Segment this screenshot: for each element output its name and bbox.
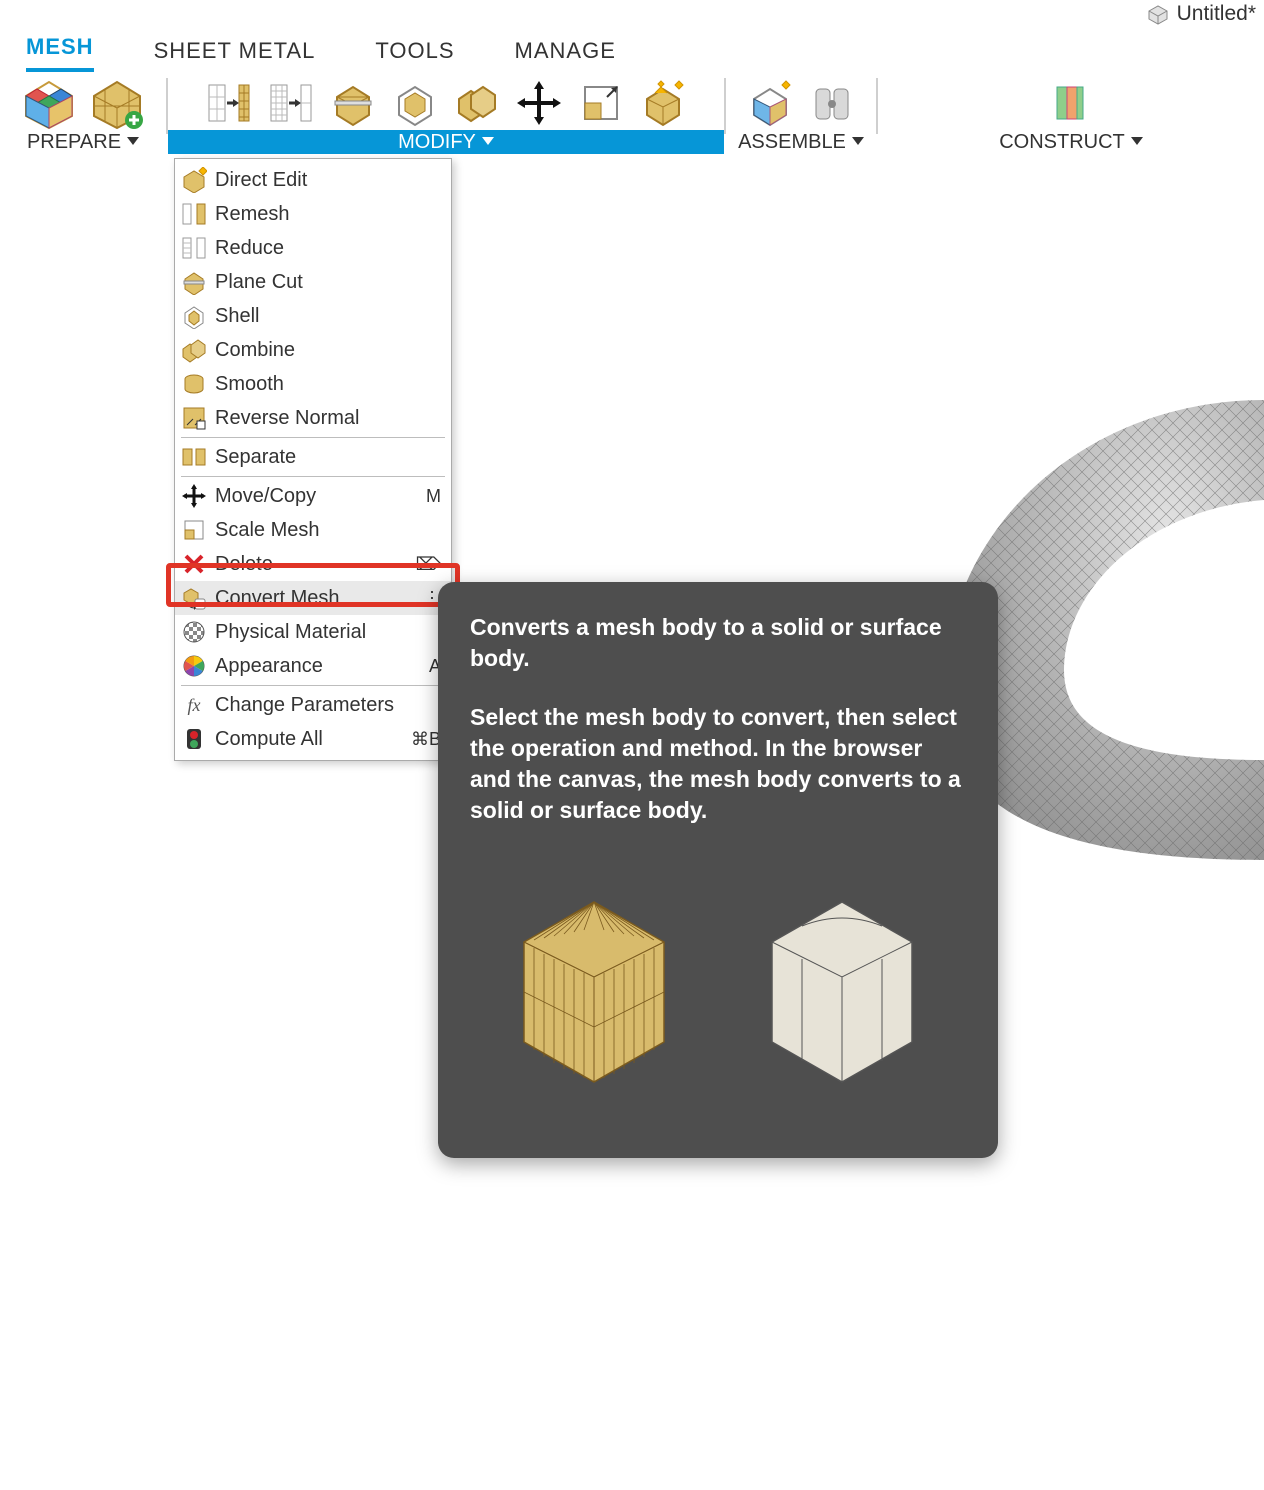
menu-label: Reduce — [215, 237, 441, 260]
reduce-icon — [181, 235, 207, 261]
menu-change-parameters[interactable]: fx Change Parameters — [175, 688, 451, 722]
compute-all-icon — [181, 726, 207, 752]
menu-label: Physical Material — [215, 621, 441, 644]
menu-remesh[interactable]: Remesh — [175, 197, 451, 231]
reverse-normal-icon — [181, 405, 207, 431]
menu-shortcut: A — [401, 656, 441, 677]
insert-mesh-icon[interactable] — [90, 76, 144, 130]
menu-label: Scale Mesh — [215, 519, 441, 542]
reduce-icon[interactable] — [267, 79, 315, 127]
joint-icon[interactable] — [808, 79, 856, 127]
plane-cut-icon — [181, 269, 207, 295]
move-icon[interactable] — [515, 79, 563, 127]
menu-label: Combine — [215, 339, 441, 362]
tab-manage[interactable]: MANAGE — [515, 38, 616, 72]
menu-label: Shell — [215, 305, 441, 328]
document-icon — [1145, 3, 1171, 25]
prepare-dropdown[interactable]: PREPARE — [27, 130, 139, 154]
tab-sheet-metal[interactable]: SHEET METAL — [154, 38, 316, 72]
menu-shell[interactable]: Shell — [175, 299, 451, 333]
scale-mesh-icon[interactable] — [577, 79, 625, 127]
ribbon-group-construct: CONSTRUCT — [878, 76, 1264, 158]
menu-smooth[interactable]: Smooth — [175, 367, 451, 401]
move-icon — [181, 483, 207, 509]
menu-move-copy[interactable]: Move/Copy M — [175, 479, 451, 513]
menu-appearance[interactable]: Appearance A — [175, 649, 451, 683]
menu-shortcut: ⌦ — [401, 554, 441, 575]
more-options-icon[interactable]: ⋮ — [401, 595, 441, 601]
appearance-icon — [181, 653, 207, 679]
combine-icon — [181, 337, 207, 363]
menu-label: Remesh — [215, 203, 441, 226]
modify-dropdown[interactable]: MODIFY — [168, 130, 724, 154]
direct-edit-icon — [181, 167, 207, 193]
menu-label: Smooth — [215, 373, 441, 396]
tooltip-illustration — [470, 862, 966, 1112]
menu-label: Delete — [215, 553, 393, 576]
menu-convert-mesh[interactable]: Convert Mesh ⋮ — [175, 581, 451, 615]
remesh-icon[interactable] — [205, 79, 253, 127]
menu-scale-mesh[interactable]: Scale Mesh — [175, 513, 451, 547]
menu-label: Direct Edit — [215, 169, 441, 192]
tooltip-title: Converts a mesh body to a solid or surfa… — [470, 612, 966, 674]
menu-separator — [181, 685, 445, 686]
menu-label: Change Parameters — [215, 694, 441, 717]
menu-separator — [181, 476, 445, 477]
menu-direct-edit[interactable]: Direct Edit — [175, 163, 451, 197]
tooltip-description: Select the mesh body to convert, then se… — [470, 702, 966, 826]
mesh-cube-illustration — [484, 862, 704, 1112]
solid-cube-illustration — [732, 862, 952, 1112]
menu-combine[interactable]: Combine — [175, 333, 451, 367]
construct-dropdown[interactable]: CONSTRUCT — [999, 130, 1143, 154]
workspace-tabstrip: MESH SHEET METAL TOOLS MANAGE — [0, 30, 1264, 72]
menu-shortcut: M — [401, 486, 441, 507]
parameters-icon: fx — [181, 692, 207, 718]
menu-label: Compute All — [215, 728, 393, 751]
menu-separator — [181, 437, 445, 438]
modify-menu: Direct Edit Remesh Reduce Plane Cut Shel… — [174, 158, 452, 761]
ribbon: PREPARE — [0, 76, 1264, 158]
convert-mesh-icon[interactable] — [639, 79, 687, 127]
ribbon-group-modify: MODIFY — [168, 76, 724, 158]
menu-separate[interactable]: Separate — [175, 440, 451, 474]
menu-plane-cut[interactable]: Plane Cut — [175, 265, 451, 299]
menu-shortcut: ⌘B — [401, 729, 441, 750]
new-component-icon[interactable] — [746, 79, 794, 127]
menu-compute-all[interactable]: Compute All ⌘B — [175, 722, 451, 756]
construct-plane-icon[interactable] — [1047, 79, 1095, 127]
menu-reduce[interactable]: Reduce — [175, 231, 451, 265]
assemble-dropdown[interactable]: ASSEMBLE — [738, 130, 864, 154]
menu-label: Convert Mesh — [215, 587, 393, 610]
tessellate-icon[interactable] — [22, 76, 76, 130]
menu-physical-material[interactable]: Physical Material — [175, 615, 451, 649]
ribbon-group-prepare: PREPARE — [0, 76, 166, 158]
physical-material-icon — [181, 619, 207, 645]
separate-icon — [181, 444, 207, 470]
menu-label: Separate — [215, 446, 441, 469]
convert-mesh-tooltip: Converts a mesh body to a solid or surfa… — [438, 582, 998, 1158]
tab-tools[interactable]: TOOLS — [375, 38, 454, 72]
titlebar: Untitled* — [1145, 0, 1256, 28]
menu-reverse-normal[interactable]: Reverse Normal — [175, 401, 451, 435]
menu-delete[interactable]: Delete ⌦ — [175, 547, 451, 581]
tab-mesh[interactable]: MESH — [26, 34, 94, 72]
smooth-icon — [181, 371, 207, 397]
remesh-icon — [181, 201, 207, 227]
menu-label: Appearance — [215, 655, 393, 678]
menu-label: Reverse Normal — [215, 407, 441, 430]
document-title: Untitled* — [1177, 2, 1256, 26]
scale-icon — [181, 517, 207, 543]
menu-label: Move/Copy — [215, 485, 393, 508]
plane-cut-icon[interactable] — [329, 79, 377, 127]
delete-icon — [181, 551, 207, 577]
shell-icon[interactable] — [391, 79, 439, 127]
ribbon-group-assemble: ASSEMBLE — [726, 76, 876, 158]
menu-label: Plane Cut — [215, 271, 441, 294]
combine-icon[interactable] — [453, 79, 501, 127]
shell-icon — [181, 303, 207, 329]
convert-mesh-icon — [181, 585, 207, 611]
